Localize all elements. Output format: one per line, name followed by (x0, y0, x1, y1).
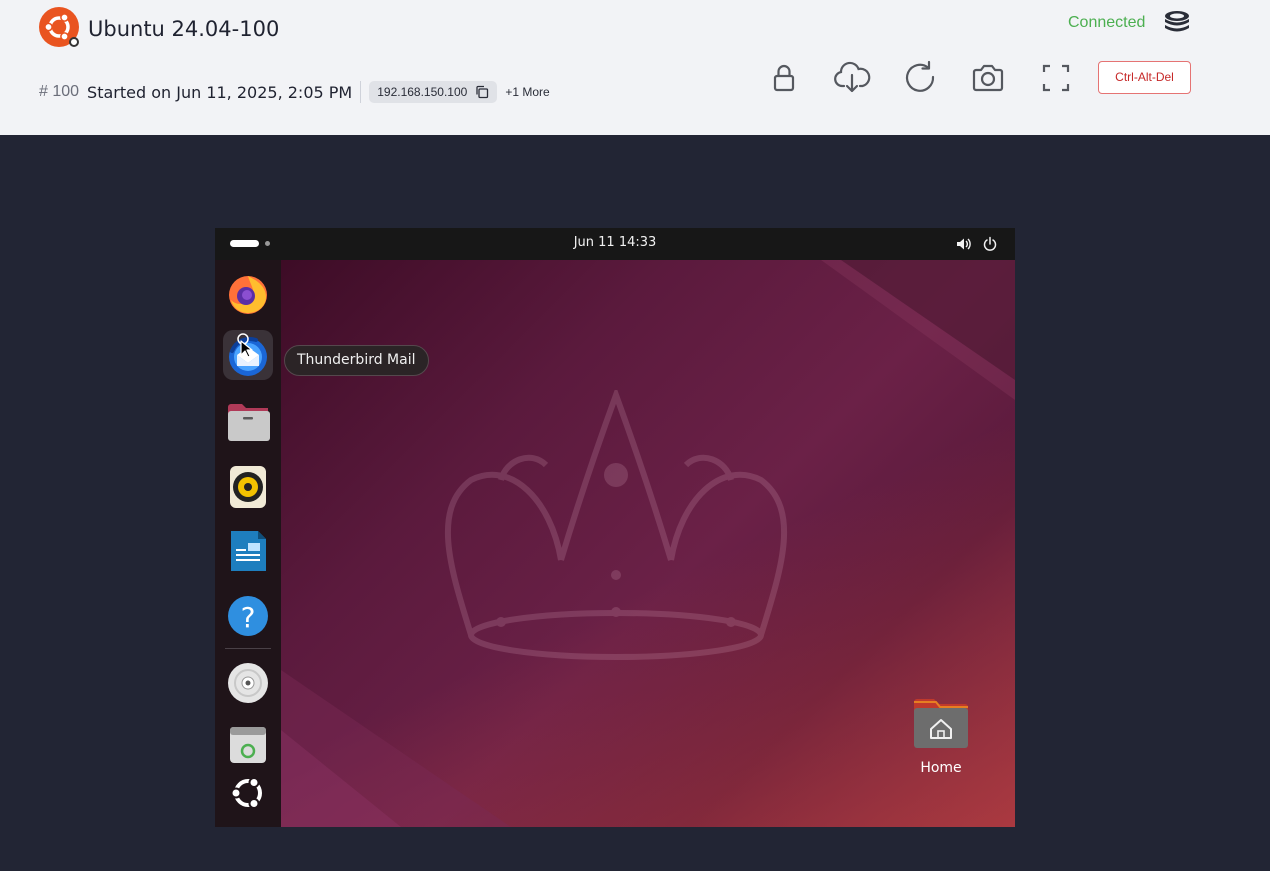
dock-tooltip: Thunderbird Mail (284, 345, 429, 376)
vm-meta-row: # 100 Started on Jun 11, 2025, 2:05 PM 1… (39, 80, 550, 104)
dock-item-writer[interactable] (223, 526, 273, 576)
divider (360, 81, 362, 103)
camera-icon[interactable] (968, 58, 1008, 98)
ubuntu-logo-icon (39, 7, 79, 47)
trash-icon (230, 727, 266, 763)
vm-console-screen[interactable]: Home Jun 11 14:33 ? Thunderbird Mail (215, 228, 1015, 827)
rhythmbox-icon (230, 466, 266, 508)
vm-title: Ubuntu 24.04-100 (88, 17, 280, 41)
show-apps-icon (230, 777, 262, 809)
refresh-icon[interactable] (900, 58, 940, 98)
dock-item-rhythmbox[interactable] (223, 462, 273, 512)
home-folder-label: Home (920, 760, 962, 776)
crown-watermark-icon (444, 390, 788, 660)
volume-icon[interactable] (955, 236, 971, 252)
dock-item-firefox[interactable] (223, 269, 273, 319)
ip-chip[interactable]: 192.168.150.100 (369, 81, 498, 103)
clock[interactable]: Jun 11 14:33 (215, 235, 1015, 250)
more-ips-link[interactable]: +1 More (505, 85, 549, 99)
connection-status: Connected (1068, 14, 1146, 31)
storage-stack-icon[interactable] (1162, 8, 1192, 36)
svg-text:?: ? (241, 601, 256, 634)
copy-icon[interactable] (475, 85, 489, 99)
dock-separator (225, 648, 271, 649)
dock-item-files[interactable] (223, 397, 273, 447)
vm-id: # 100 (39, 83, 80, 100)
libreoffice-writer-icon (231, 531, 266, 571)
mouse-cursor-icon (237, 333, 257, 359)
cloud-download-icon[interactable] (832, 58, 872, 98)
status-dot-icon (69, 37, 79, 47)
ctrl-alt-del-button[interactable]: Ctrl-Alt-Del (1098, 61, 1191, 94)
help-icon: ? (228, 596, 268, 636)
dock-item-show-apps[interactable] (223, 768, 273, 818)
home-folder-icon[interactable] (912, 696, 970, 752)
dock-item-help[interactable]: ? (223, 590, 273, 640)
lock-icon[interactable] (764, 58, 804, 98)
gnome-top-bar: Jun 11 14:33 (215, 228, 1015, 260)
ip-address: 192.168.150.100 (377, 85, 468, 99)
dock-item-trash[interactable] (223, 718, 273, 768)
vm-header: Ubuntu 24.04-100 Connected # 100 Started… (0, 0, 1270, 135)
disc-icon (228, 663, 268, 703)
dock-item-disc[interactable] (223, 658, 273, 708)
started-time: Started on Jun 11, 2025, 2:05 PM (87, 82, 353, 102)
fullscreen-icon[interactable] (1036, 58, 1076, 98)
power-icon[interactable] (982, 236, 998, 252)
files-icon (228, 404, 270, 441)
firefox-icon (229, 276, 267, 314)
